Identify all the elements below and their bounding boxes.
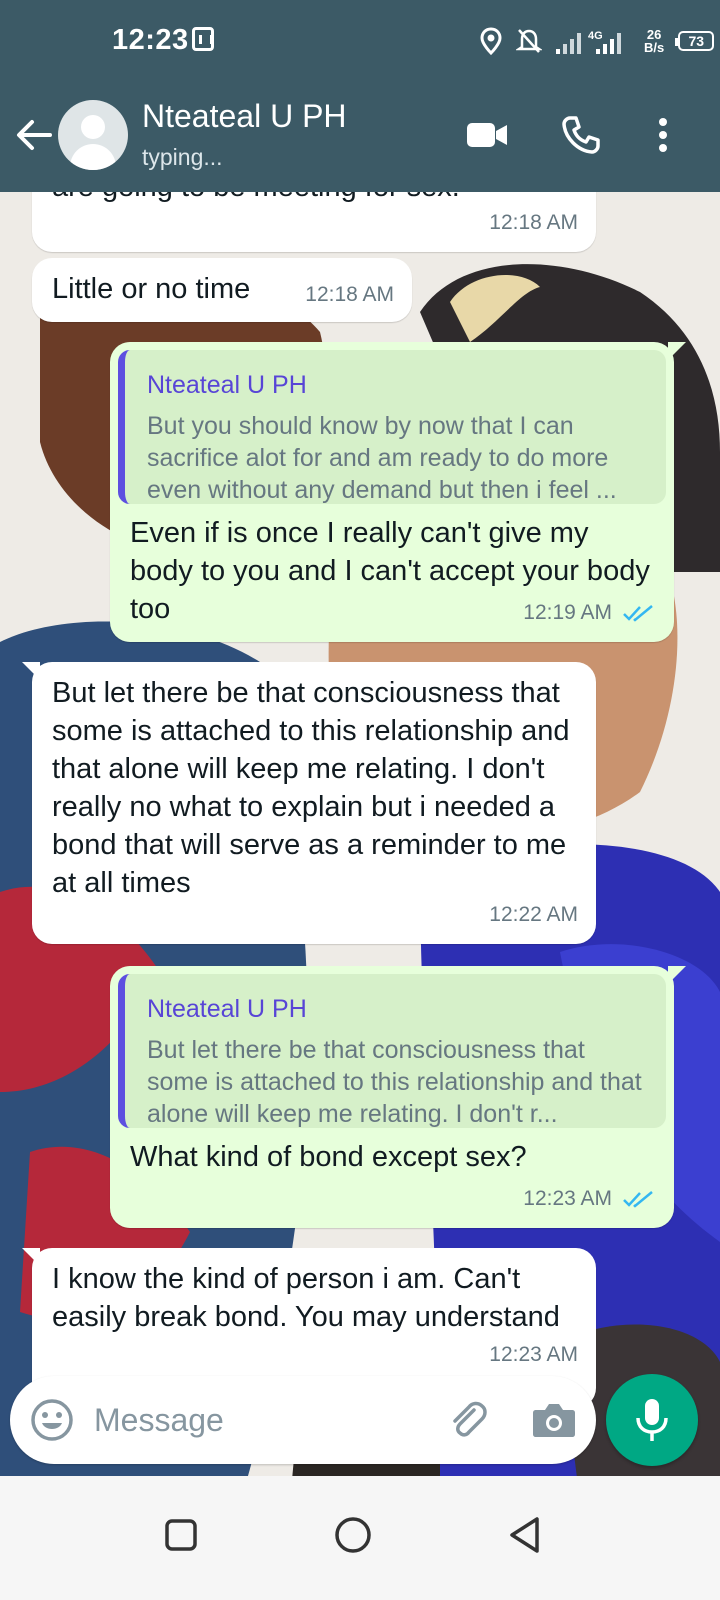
message-bubble-incoming[interactable]: are going to be meeting for sex. 12:18 A… <box>32 192 596 252</box>
system-navigation-bar <box>0 1476 720 1600</box>
message-time: 12:18 AM <box>489 211 578 234</box>
network-speed: 26 B/s <box>644 27 665 55</box>
emoji-button[interactable] <box>28 1396 76 1444</box>
contact-status: typing... <box>142 144 223 170</box>
message-text: But let there be that consciousness that… <box>52 677 578 899</box>
recents-button[interactable] <box>146 1500 216 1570</box>
message-list[interactable]: are going to be meeting for sex. 12:18 A… <box>0 192 720 1502</box>
more-vertical-icon <box>659 118 667 152</box>
message-time: 12:23 AM <box>523 1187 612 1210</box>
video-camera-icon <box>467 123 507 147</box>
video-call-button[interactable] <box>462 110 512 160</box>
quoted-sender: Nteateal U PH <box>147 371 307 399</box>
message-bubble-incoming[interactable]: Little or no time 12:18 AM <box>32 258 412 322</box>
phone-icon <box>562 116 600 154</box>
message-time: 12:18 AM <box>305 283 394 306</box>
message-composer <box>10 1376 596 1464</box>
back-button[interactable] <box>10 110 60 160</box>
signal-bars-icon: 4G <box>556 30 621 54</box>
message-bubble-incoming[interactable]: But let there be that consciousness that… <box>22 662 596 944</box>
message-text: I know the kind of person i am. Can't ea… <box>52 1263 560 1333</box>
camera-icon <box>533 1404 575 1437</box>
chat-header: Nteateal U PH typing... <box>0 80 720 192</box>
quoted-text: But let there be that consciousness that… <box>147 1036 642 1128</box>
triangle-back-icon <box>510 1517 539 1553</box>
double-check-icon <box>623 605 653 622</box>
sim-icon <box>192 27 214 51</box>
message-bubble-outgoing[interactable]: Nteateal U PH But let there be that cons… <box>110 966 686 1228</box>
camera-button[interactable] <box>530 1396 578 1444</box>
emoji-icon <box>31 1399 73 1441</box>
microphone-icon <box>636 1399 668 1441</box>
voice-call-button[interactable] <box>556 110 606 160</box>
status-time: 12:23 <box>112 24 189 56</box>
voice-message-button[interactable] <box>606 1374 698 1466</box>
avatar[interactable] <box>58 100 128 170</box>
quoted-text: But you should know by now that I can sa… <box>147 412 617 504</box>
battery-icon: 73 <box>675 31 715 51</box>
location-icon <box>480 27 502 55</box>
message-time: 12:22 AM <box>489 903 578 926</box>
message-text: are going to be meeting for sex. <box>52 192 460 206</box>
message-input[interactable] <box>94 1394 434 1446</box>
message-time: 12:23 AM <box>489 1343 578 1366</box>
message-bubble-outgoing[interactable]: Nteateal U PH But you should know by now… <box>110 342 686 642</box>
battery-level: 73 <box>688 33 705 49</box>
quoted-message[interactable]: Nteateal U PH But let there be that cons… <box>118 974 666 1128</box>
contact-name[interactable]: Nteateal U PH <box>142 98 347 135</box>
message-text: Little or no time <box>52 273 251 305</box>
quoted-sender: Nteateal U PH <box>147 995 307 1023</box>
network-type: 4G <box>588 30 603 42</box>
message-text: What kind of bond except sex? <box>130 1141 527 1173</box>
status-bar: 12:23 4G 26 B/s 73 <box>0 0 720 80</box>
nav-back-button[interactable] <box>490 1500 560 1570</box>
default-avatar-icon <box>81 115 105 139</box>
bell-muted-icon <box>516 29 542 53</box>
message-time: 12:19 AM <box>523 601 612 624</box>
status-icons: 4G 26 B/s 73 <box>480 24 715 58</box>
double-check-icon <box>623 1191 653 1208</box>
attach-button[interactable] <box>444 1396 492 1444</box>
home-button[interactable] <box>318 1500 388 1570</box>
square-icon <box>165 1519 197 1551</box>
more-options-button[interactable] <box>638 110 688 160</box>
quoted-message[interactable]: Nteateal U PH But you should know by now… <box>118 350 666 504</box>
circle-icon <box>335 1517 371 1553</box>
paperclip-icon <box>453 1401 487 1437</box>
chat-wallpaper: are going to be meeting for sex. 12:18 A… <box>0 192 720 1502</box>
arrow-left-icon <box>17 120 52 150</box>
